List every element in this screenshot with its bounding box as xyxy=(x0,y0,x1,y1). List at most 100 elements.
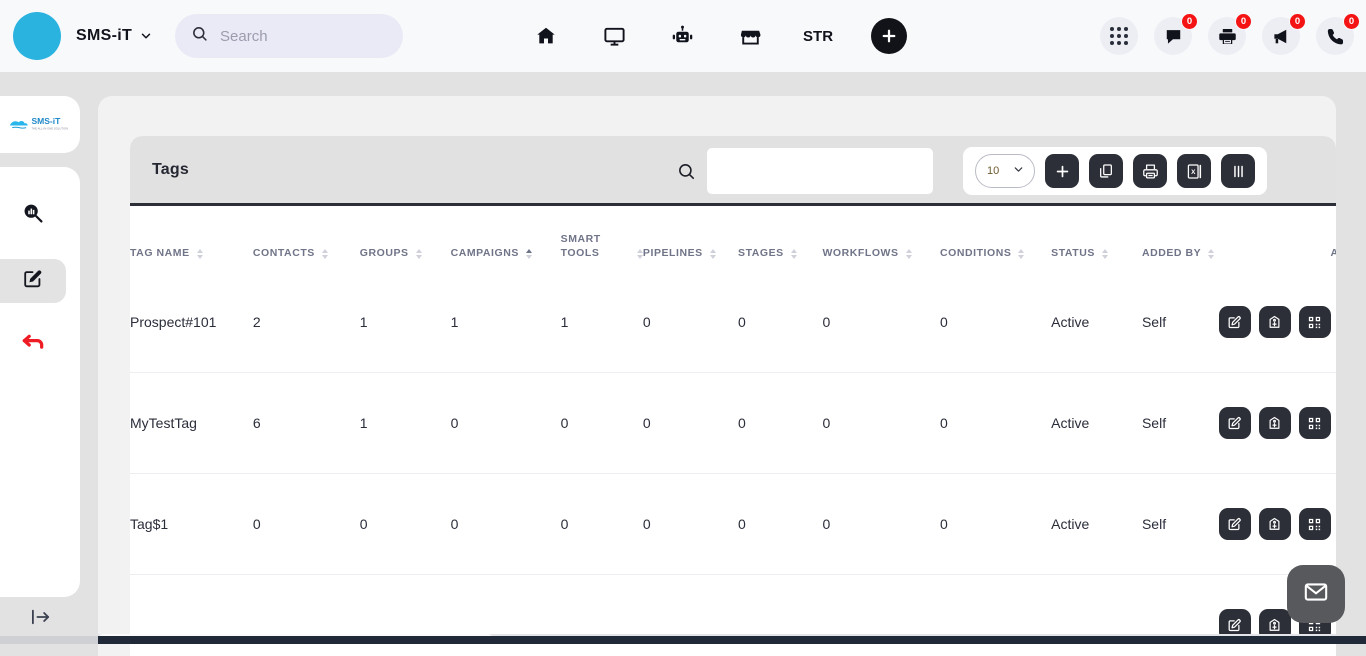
cell-contacts: 2 xyxy=(253,272,360,373)
fax-printer-icon[interactable]: 0 xyxy=(1208,17,1246,55)
sidebar-item-analytics[interactable] xyxy=(0,193,66,237)
sidebar-item-return[interactable] xyxy=(0,325,66,369)
chevron-down-icon[interactable] xyxy=(139,29,153,43)
col-label: ADDED BY xyxy=(1142,246,1201,260)
print-button[interactable] xyxy=(1133,154,1167,188)
cell-tag-name: MyTestTag xyxy=(130,373,253,474)
col-label: ACTION xyxy=(1330,246,1336,260)
col-label: SMART TOOLS xyxy=(561,232,630,260)
main-content-card: Tags 10 xyxy=(98,96,1336,656)
col-contacts[interactable]: CONTACTS xyxy=(253,206,360,272)
col-label: STATUS xyxy=(1051,246,1095,260)
col-smart-tools[interactable]: SMART TOOLS xyxy=(561,206,643,272)
col-added-by[interactable]: ADDED BY xyxy=(1142,206,1219,272)
cell-groups: 1 xyxy=(360,373,451,474)
robot-icon[interactable] xyxy=(667,21,697,51)
left-sidebar-rail xyxy=(0,167,80,597)
phone-icon[interactable]: 0 xyxy=(1316,17,1354,55)
brand-avatar[interactable] xyxy=(13,12,61,60)
edit-icon[interactable] xyxy=(1219,306,1251,338)
page-title: Tags xyxy=(152,161,189,179)
apps-grid-icon[interactable] xyxy=(1100,17,1138,55)
phone-badge: 0 xyxy=(1343,13,1360,30)
sidebar-item-compose[interactable] xyxy=(0,259,66,303)
cell-status: Active xyxy=(1051,373,1142,474)
cell-actions xyxy=(1219,474,1336,575)
bottom-strip-left xyxy=(0,636,98,644)
cell-pipelines: 0 xyxy=(643,272,738,373)
store-icon[interactable] xyxy=(735,21,765,51)
sort-arrows[interactable] xyxy=(791,249,797,260)
col-pipelines[interactable]: PIPELINES xyxy=(643,206,738,272)
str-label[interactable]: STR xyxy=(803,21,833,51)
tags-table: TAG NAME CONTACTS GROUPS CAMPAIGNS SMART… xyxy=(130,206,1336,656)
tags-panel-header: Tags 10 xyxy=(130,136,1336,206)
monitor-icon[interactable] xyxy=(599,21,629,51)
fax-badge: 0 xyxy=(1235,13,1252,30)
quick-add-button[interactable] xyxy=(871,18,907,54)
add-tag-button[interactable] xyxy=(1045,154,1079,188)
col-conditions[interactable]: CONDITIONS xyxy=(940,206,1051,272)
mail-floating-button[interactable] xyxy=(1287,565,1345,623)
global-search-placeholder: Search xyxy=(220,28,268,45)
page-size-select[interactable]: 10 xyxy=(975,154,1035,188)
sidebar-collapse-toggle[interactable] xyxy=(30,608,52,631)
table-row[interactable]: Tag$1 0 0 0 0 0 0 0 0 Active Self xyxy=(130,474,1336,575)
sort-arrows[interactable] xyxy=(416,249,422,260)
sort-arrows-active[interactable] xyxy=(526,249,532,260)
global-search-box[interactable]: Search xyxy=(175,14,403,58)
cell-stages: 0 xyxy=(738,272,822,373)
qr-code-icon[interactable] xyxy=(1299,306,1331,338)
sort-arrows[interactable] xyxy=(322,249,328,260)
col-groups[interactable]: GROUPS xyxy=(360,206,451,272)
tags-table-scroll[interactable]: TAG NAME CONTACTS GROUPS CAMPAIGNS SMART… xyxy=(130,206,1336,656)
cell-workflows: 0 xyxy=(822,474,940,575)
excel-export-button[interactable]: X xyxy=(1177,154,1211,188)
cell-campaigns: 1 xyxy=(451,272,561,373)
column-visibility-button[interactable] xyxy=(1221,154,1255,188)
sort-arrows[interactable] xyxy=(1208,249,1214,260)
sort-arrows[interactable] xyxy=(1102,249,1108,260)
cell-actions xyxy=(1219,373,1336,474)
chat-bubble-icon[interactable]: 0 xyxy=(1154,17,1192,55)
table-row[interactable]: Prospect#101 2 1 1 1 0 0 0 0 Active Self xyxy=(130,272,1336,373)
copy-button[interactable] xyxy=(1089,154,1123,188)
cell-conditions: 0 xyxy=(940,272,1051,373)
sort-arrows[interactable] xyxy=(197,249,203,260)
qr-code-icon[interactable] xyxy=(1299,508,1331,540)
cell-status: Active xyxy=(1051,272,1142,373)
page-size-value: 10 xyxy=(987,165,999,177)
cell-conditions: 0 xyxy=(940,474,1051,575)
svg-text:X: X xyxy=(1191,168,1196,175)
edit-icon[interactable] xyxy=(1219,508,1251,540)
cell-conditions: 0 xyxy=(940,373,1051,474)
cell-contacts: 6 xyxy=(253,373,360,474)
col-tag-name[interactable]: TAG NAME xyxy=(130,206,253,272)
table-head: TAG NAME CONTACTS GROUPS CAMPAIGNS SMART… xyxy=(130,206,1336,272)
table-header-row: TAG NAME CONTACTS GROUPS CAMPAIGNS SMART… xyxy=(130,206,1336,272)
col-campaigns[interactable]: CAMPAIGNS xyxy=(451,206,561,272)
sort-arrows[interactable] xyxy=(906,249,912,260)
table-search-input[interactable] xyxy=(707,148,933,194)
sort-arrows[interactable] xyxy=(1018,249,1024,260)
expand-sidebar-icon xyxy=(30,608,52,631)
home-icon[interactable] xyxy=(531,21,561,51)
col-workflows[interactable]: WORKFLOWS xyxy=(822,206,940,272)
cell-added-by: Self xyxy=(1142,272,1219,373)
add-tag-icon[interactable] xyxy=(1259,306,1291,338)
qr-code-icon[interactable] xyxy=(1299,407,1331,439)
svg-text:THE ALL-IN-ONE SOLUTION: THE ALL-IN-ONE SOLUTION xyxy=(31,126,68,130)
col-stages[interactable]: STAGES xyxy=(738,206,822,272)
cell-tag-name: Tag$1 xyxy=(130,474,253,575)
col-label: STAGES xyxy=(738,246,784,260)
add-tag-icon[interactable] xyxy=(1259,508,1291,540)
sort-arrows[interactable] xyxy=(710,249,716,260)
col-label: GROUPS xyxy=(360,246,409,260)
edit-icon[interactable] xyxy=(1219,407,1251,439)
col-status[interactable]: STATUS xyxy=(1051,206,1142,272)
add-tag-icon[interactable] xyxy=(1259,407,1291,439)
apps-grid-dots xyxy=(1110,27,1128,45)
megaphone-icon[interactable]: 0 xyxy=(1262,17,1300,55)
table-row[interactable]: MyTestTag 6 1 0 0 0 0 0 0 Active Self xyxy=(130,373,1336,474)
table-search-box[interactable] xyxy=(665,148,933,194)
